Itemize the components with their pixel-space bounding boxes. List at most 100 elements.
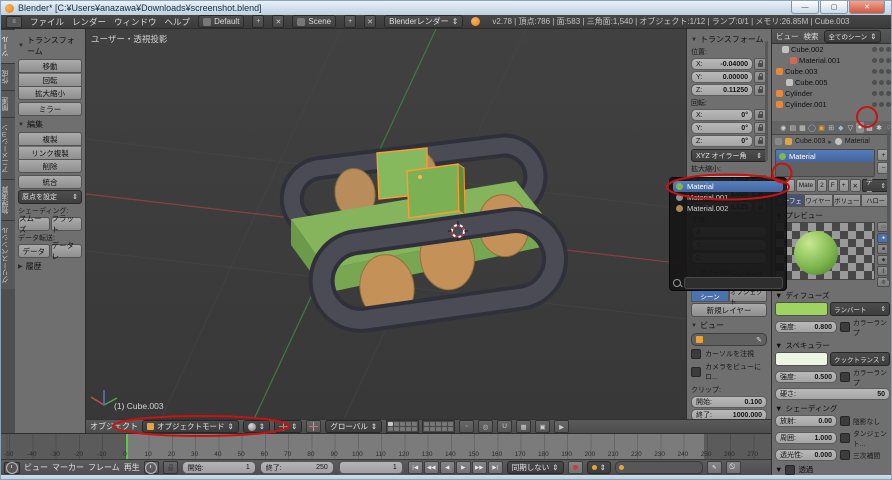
properties-tab[interactable]: ✱ xyxy=(875,122,884,133)
transform-panel-header[interactable]: ▼ トランスフォーム xyxy=(18,35,82,57)
render-opengl-anim-button[interactable]: ▶ xyxy=(554,420,569,433)
shading-selector[interactable]: ⇕ xyxy=(243,420,270,433)
screen-layout-selector[interactable]: Default xyxy=(198,15,244,28)
pivot-selector[interactable]: ⇕ xyxy=(274,420,302,433)
scene-selector[interactable]: Scene xyxy=(292,15,336,28)
halo-tab[interactable]: ハロー xyxy=(861,194,890,207)
timeline-frame-menu[interactable]: フレーム xyxy=(88,462,120,473)
playback-button[interactable]: ▶ xyxy=(456,461,471,474)
cubic-checkbox[interactable] xyxy=(840,450,850,460)
timeline-ruler[interactable]: -50-40-30-20-100102030405060708090100110… xyxy=(1,433,771,460)
mirror-button[interactable]: ミラー xyxy=(18,102,82,116)
render-opengl-button[interactable]: ▣ xyxy=(535,420,550,433)
specular-intensity-slider[interactable]: 強度:0.500 xyxy=(775,371,837,383)
proportional-edit-toggle[interactable]: ◎ xyxy=(478,420,493,433)
diffuse-shader-menu[interactable]: ランバート ⇕ xyxy=(830,302,890,316)
close-scene-button[interactable]: ✕ xyxy=(364,15,376,28)
popup-material-item[interactable]: Material.002 xyxy=(673,203,783,214)
users-count-button[interactable]: 2 xyxy=(817,179,827,192)
toolshelf-tab[interactable]: 物理演算 xyxy=(1,179,15,220)
properties-tab[interactable]: ▽ xyxy=(846,122,855,133)
manipulator-toggle[interactable] xyxy=(306,420,321,433)
diffuse-panel-header[interactable]: ▼ ディフューズ xyxy=(775,290,890,301)
specular-shader-menu[interactable]: クックトランス ⇕ xyxy=(830,352,890,366)
location-field[interactable]: Z:0.11250 xyxy=(691,84,753,96)
diffuse-ramp-checkbox[interactable] xyxy=(840,322,850,332)
volume-tab[interactable]: ボリュー xyxy=(833,194,862,207)
join-button[interactable]: 統合 xyxy=(18,175,82,189)
outliner-row[interactable]: Cube.005 xyxy=(772,77,892,88)
material-slot-list[interactable]: Material xyxy=(775,149,875,177)
visibility-eye-icon[interactable] xyxy=(872,69,877,74)
location-field[interactable]: X:-0.04000 xyxy=(691,58,753,70)
npanel-scrollbar[interactable] xyxy=(765,41,768,161)
menu-window[interactable]: ウィンドウ xyxy=(114,16,157,28)
rotation-field[interactable]: Y:0° xyxy=(691,122,753,134)
diffuse-color-swatch[interactable] xyxy=(775,302,828,316)
outliner-search-menu[interactable]: 検索 xyxy=(804,31,819,42)
transparency-panel-header[interactable]: ▼ 透過 xyxy=(775,464,890,475)
layer-buttons[interactable] xyxy=(386,420,455,433)
npanel-transform-header[interactable]: ▼ トランスフォーム xyxy=(691,34,767,45)
menu-file[interactable]: ファイル xyxy=(30,16,64,28)
material-link-menu[interactable]: デー ⇕ xyxy=(862,179,890,192)
selectability-arrow-icon[interactable] xyxy=(879,47,884,52)
scale-button[interactable]: 拡大縮小 xyxy=(18,87,82,100)
duplicate-button[interactable]: 複製 xyxy=(18,132,82,146)
pin-icon[interactable] xyxy=(775,138,782,145)
lock-cursor-checkbox[interactable] xyxy=(691,349,701,359)
object-menu[interactable]: オブジェクト xyxy=(90,421,138,432)
popup-material-item[interactable]: Material xyxy=(673,181,783,192)
outliner-scope-selector[interactable]: 全てのシーン ⇕ xyxy=(824,30,882,43)
rotation-field[interactable]: X:0° xyxy=(691,109,753,121)
toolshelf-tab[interactable]: 作成 xyxy=(1,63,15,90)
outliner-row[interactable]: Material.001 xyxy=(772,55,892,66)
playback-button[interactable]: ▶▶ xyxy=(472,461,487,474)
frame-start-field[interactable]: 開始:1 xyxy=(182,461,256,474)
visibility-eye-icon[interactable] xyxy=(872,91,877,96)
rotate-button[interactable]: 回転 xyxy=(18,74,82,87)
data-transfer-button[interactable]: データ xyxy=(18,244,50,258)
clip-start-field[interactable]: 開始:0.100 xyxy=(691,396,767,408)
minimize-button[interactable]: — xyxy=(791,1,819,14)
lock-camera-checkbox[interactable] xyxy=(691,367,701,377)
frame-end-field[interactable]: 終了:250 xyxy=(260,461,334,474)
delete-button[interactable]: 削除 xyxy=(18,160,82,173)
snap-element-selector[interactable]: ▦ xyxy=(516,420,531,433)
insert-keyframe-button[interactable]: ✎ xyxy=(707,461,722,474)
render-camera-icon[interactable] xyxy=(886,102,891,107)
visibility-eye-icon[interactable] xyxy=(872,58,877,63)
close-layout-button[interactable]: ✕ xyxy=(272,15,284,28)
menu-help[interactable]: ヘルプ xyxy=(165,16,191,28)
add-scene-button[interactable]: + xyxy=(344,15,356,28)
sync-mode-selector[interactable]: 同期しない ⇕ xyxy=(507,461,564,474)
outliner-row[interactable]: Cube.003 xyxy=(772,66,892,77)
render-camera-icon[interactable] xyxy=(886,69,891,74)
add-layout-button[interactable]: + xyxy=(252,15,264,28)
rotation-field[interactable]: Z:0° xyxy=(691,135,753,147)
material-name-field[interactable]: Mate xyxy=(796,179,816,192)
wire-tab[interactable]: ワイヤー xyxy=(804,194,833,207)
properties-tab[interactable]: ▣ xyxy=(817,122,826,133)
visibility-eye-icon[interactable] xyxy=(872,47,877,52)
current-frame-field[interactable]: 1 xyxy=(338,460,404,475)
duplicate-linked-button[interactable]: リンク複製 xyxy=(18,147,82,160)
set-origin-menu[interactable]: 原点を設定 ⇕ xyxy=(18,190,82,204)
mode-selector[interactable]: オブジェクトモード ⇕ xyxy=(142,420,239,433)
transparency-checkbox[interactable] xyxy=(785,465,795,475)
playback-button[interactable]: |◀ xyxy=(408,461,423,474)
view-panel-header[interactable]: ▼ ビュー xyxy=(691,320,767,331)
shade-smooth-button[interactable]: スムーズ xyxy=(18,217,50,231)
render-camera-icon[interactable] xyxy=(886,91,891,96)
ambient-field[interactable]: 周囲:1.000 xyxy=(775,432,837,444)
shade-flat-button[interactable]: フラット xyxy=(51,217,83,231)
translucency-field[interactable]: 透光性:0.000 xyxy=(775,449,837,461)
edit-panel-header[interactable]: ▼ 編集 xyxy=(18,119,82,130)
maximize-button[interactable]: ▢ xyxy=(820,1,848,14)
playback-button[interactable]: ◀◀ xyxy=(424,461,439,474)
popup-material-item[interactable]: Material.001 xyxy=(673,192,783,203)
editor-type-icon[interactable]: ≡ xyxy=(6,16,22,28)
render-camera-icon[interactable] xyxy=(886,47,891,52)
properties-tab[interactable]: ▦ xyxy=(798,122,807,133)
playback-button[interactable]: ◀ xyxy=(440,461,455,474)
